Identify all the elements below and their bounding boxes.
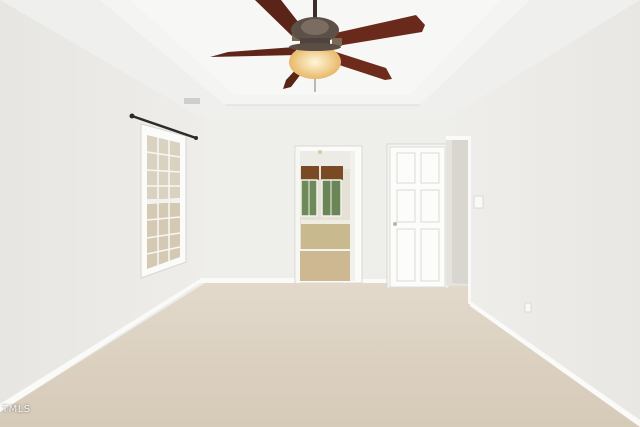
bathroom-blind-left <box>301 166 319 180</box>
closed-door <box>389 146 446 288</box>
bathroom-floor <box>300 250 355 281</box>
wall-outlet <box>524 302 532 313</box>
ceiling-vent <box>184 98 200 104</box>
open-door-edge <box>350 151 355 281</box>
baseboard-back <box>200 278 295 283</box>
bedroom-photo: TMLS <box>0 0 640 427</box>
light-switch <box>473 195 484 209</box>
room-illustration <box>0 0 640 427</box>
window-glass-upper <box>147 135 180 200</box>
bathtub <box>301 222 351 250</box>
door-knob <box>393 222 397 226</box>
bathroom-blind-right <box>321 166 343 180</box>
listing-watermark: TMLS <box>2 404 31 415</box>
